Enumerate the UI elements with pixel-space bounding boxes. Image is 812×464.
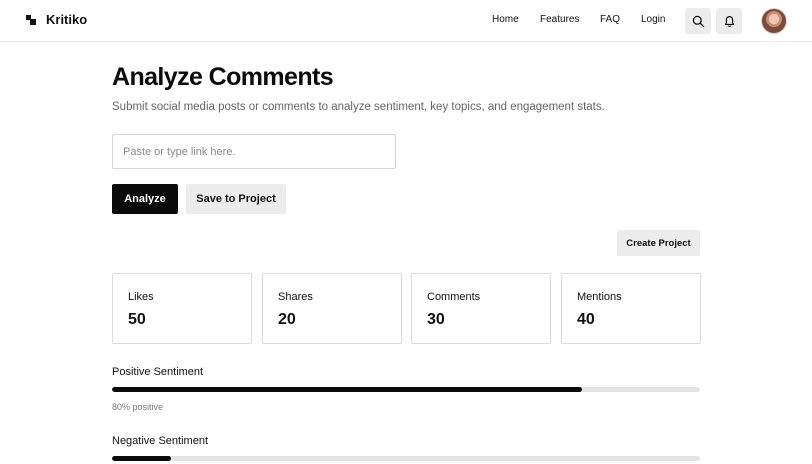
positive-sentiment-bar (112, 387, 700, 392)
nav-faq-link[interactable]: FAQ (600, 14, 620, 25)
page-subtitle: Submit social media posts or comments to… (112, 101, 605, 113)
nav-features-link[interactable]: Features (540, 14, 579, 25)
notifications-button[interactable] (716, 8, 742, 34)
search-icon (692, 15, 704, 27)
stat-value: 20 (278, 311, 296, 328)
top-nav-bar: Kritiko Home Features FAQ Login (0, 0, 812, 42)
bell-icon (724, 15, 734, 27)
negative-sentiment-title: Negative Sentiment (112, 435, 208, 447)
negative-sentiment-fill (112, 456, 171, 461)
stat-value: 50 (128, 311, 146, 328)
stat-card-mentions: Mentions 40 (561, 273, 701, 344)
page-title: Analyze Comments (112, 63, 334, 91)
stat-card-shares: Shares 20 (262, 273, 402, 344)
page: Kritiko Home Features FAQ Login Analyze … (0, 0, 812, 464)
nav-login-link[interactable]: Login (641, 14, 665, 25)
create-project-button[interactable]: Create Project (617, 230, 700, 256)
nav-home-link[interactable]: Home (492, 14, 519, 25)
stat-value: 40 (577, 311, 595, 328)
stat-card-comments: Comments 30 (411, 273, 551, 344)
stat-value: 30 (427, 311, 445, 328)
analyze-button[interactable]: Analyze (112, 184, 178, 214)
positive-sentiment-title: Positive Sentiment (112, 366, 204, 378)
stat-label: Mentions (577, 291, 622, 303)
stat-label: Likes (128, 291, 154, 303)
stat-card-likes: Likes 50 (112, 273, 252, 344)
stat-label: Comments (427, 291, 481, 303)
positive-sentiment-caption: 80% positive (112, 402, 164, 412)
search-button[interactable] (685, 8, 711, 34)
user-avatar[interactable] (761, 8, 787, 34)
negative-sentiment-bar (112, 456, 700, 461)
stat-label: Shares (278, 291, 313, 303)
save-to-project-button[interactable]: Save to Project (186, 184, 286, 214)
positive-sentiment-fill (112, 387, 583, 392)
link-input[interactable] (112, 134, 396, 169)
